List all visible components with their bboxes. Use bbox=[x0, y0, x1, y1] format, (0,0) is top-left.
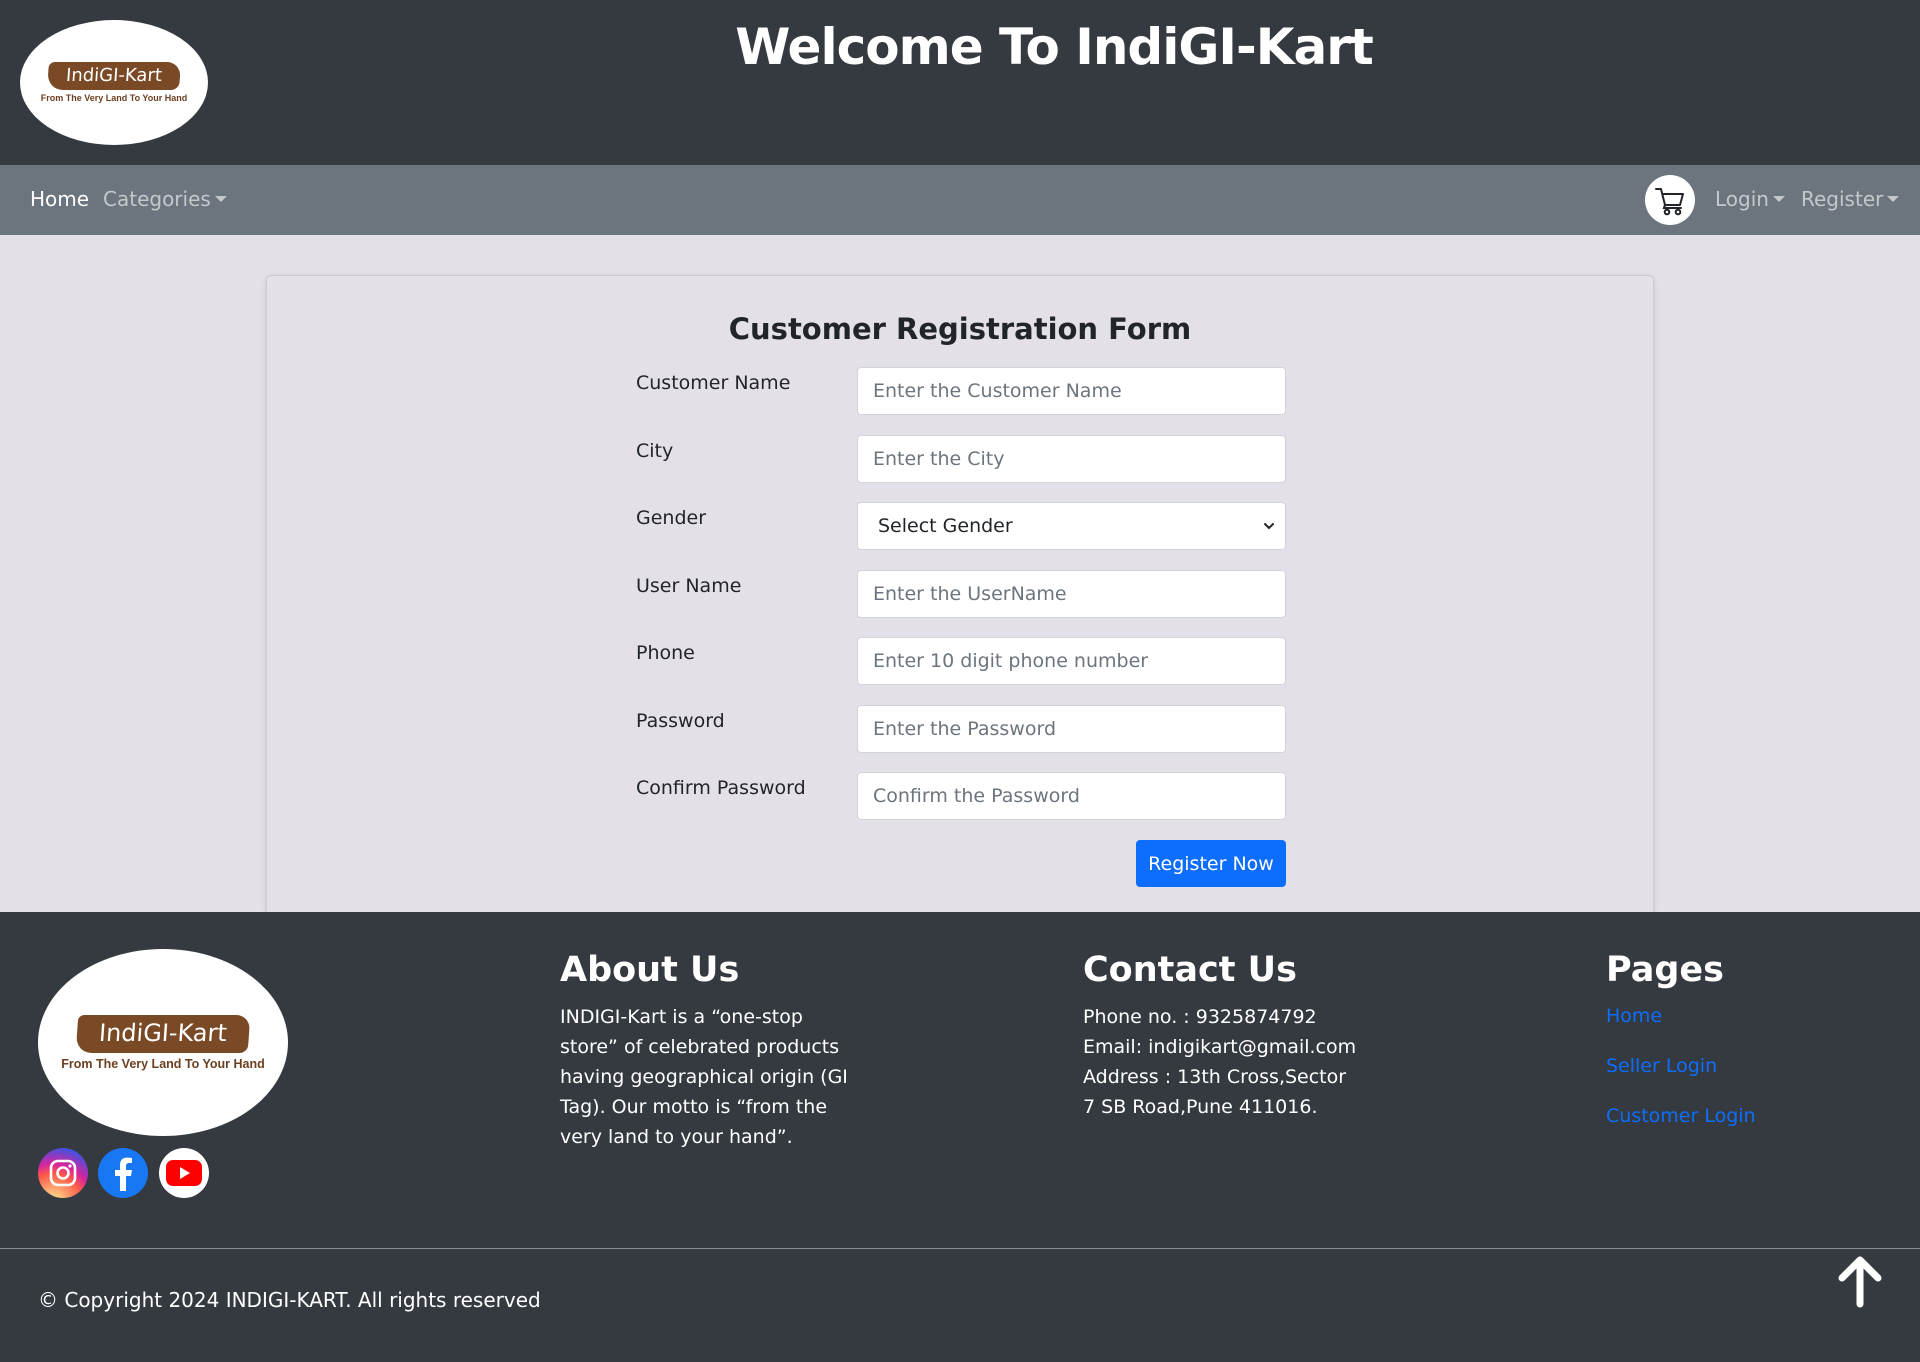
confirm-password-input[interactable] bbox=[857, 772, 1286, 820]
about-us-heading: About Us bbox=[560, 950, 740, 990]
pages-heading: Pages bbox=[1606, 950, 1724, 990]
about-us-line: Tag). Our motto is “from the bbox=[560, 1096, 828, 1118]
nav-register-label: Register bbox=[1801, 187, 1884, 211]
footer-link-seller-login[interactable]: Seller Login bbox=[1606, 1055, 1717, 1077]
back-to-top-button[interactable] bbox=[1836, 1256, 1884, 1308]
footer-link-home[interactable]: Home bbox=[1606, 1005, 1662, 1027]
nav-categories-dropdown[interactable]: Categories bbox=[103, 187, 227, 211]
about-us-line: very land to your hand”. bbox=[560, 1126, 793, 1148]
footer-logo[interactable]: IndiGI-Kart From The Very Land To Your H… bbox=[38, 949, 288, 1136]
gender-select[interactable]: Select Gender bbox=[857, 502, 1286, 550]
password-input[interactable] bbox=[857, 705, 1286, 753]
about-us-line: store” of celebrated products bbox=[560, 1036, 840, 1058]
gender-label: Gender bbox=[636, 507, 707, 529]
logo-brand-text: IndiGI-Kart bbox=[75, 1014, 251, 1053]
main-navbar: Home Categories Login Register bbox=[0, 165, 1920, 235]
about-us-line: having geographical origin (GI bbox=[560, 1066, 848, 1088]
instagram-link[interactable] bbox=[38, 1148, 88, 1198]
user-name-label: User Name bbox=[636, 575, 742, 597]
chevron-down-icon bbox=[214, 196, 227, 202]
contact-us-text: Phone no. : 9325874792 Email: indigikart… bbox=[1083, 1002, 1356, 1122]
nav-register-dropdown[interactable]: Register bbox=[1801, 187, 1900, 211]
logo-mark: IndiGI-Kart From The Very Land To Your H… bbox=[61, 1014, 265, 1071]
password-label: Password bbox=[636, 710, 725, 732]
city-label: City bbox=[636, 440, 674, 462]
form-title: Customer Registration Form bbox=[728, 312, 1192, 346]
confirm-password-label: Confirm Password bbox=[636, 777, 806, 799]
shopping-cart-icon bbox=[1655, 188, 1684, 216]
contact-us-heading: Contact Us bbox=[1083, 950, 1297, 990]
city-input[interactable] bbox=[857, 435, 1286, 483]
facebook-link[interactable] bbox=[98, 1148, 148, 1198]
about-us-line: INDIGI-Kart is a “one-stop bbox=[560, 1006, 803, 1028]
contact-email: Email: indigikart@gmail.com bbox=[1083, 1036, 1357, 1058]
phone-label: Phone bbox=[636, 642, 695, 664]
footer-link-customer-login[interactable]: Customer Login bbox=[1606, 1105, 1756, 1127]
site-header: IndiGI-Kart From The Very Land To Your H… bbox=[0, 0, 1920, 165]
nav-categories-label: Categories bbox=[103, 187, 211, 211]
facebook-icon bbox=[115, 1157, 132, 1191]
chevron-down-icon bbox=[1772, 196, 1785, 202]
logo-tagline: From The Very Land To Your Hand bbox=[61, 1056, 265, 1071]
registration-card: Customer Registration Form Customer Name… bbox=[266, 275, 1654, 915]
customer-name-input[interactable] bbox=[857, 367, 1286, 415]
copyright-text: © Copyright 2024 INDIGI-KART. All rights… bbox=[38, 1288, 541, 1312]
contact-address-line: Address : 13th Cross,Sector bbox=[1083, 1066, 1347, 1088]
nav-login-dropdown[interactable]: Login bbox=[1715, 187, 1785, 211]
contact-address-line: 7 SB Road,Pune 411016. bbox=[1083, 1096, 1318, 1118]
cart-button[interactable] bbox=[1645, 175, 1695, 225]
youtube-icon bbox=[166, 1160, 202, 1186]
youtube-link[interactable] bbox=[159, 1148, 209, 1198]
customer-name-label: Customer Name bbox=[636, 372, 791, 394]
nav-home-link[interactable]: Home bbox=[30, 187, 89, 211]
nav-login-label: Login bbox=[1715, 187, 1769, 211]
chevron-down-icon bbox=[1887, 196, 1900, 202]
logo-tagline: From The Very Land To Your Hand bbox=[40, 93, 188, 103]
arrow-up-icon bbox=[1838, 1256, 1882, 1308]
phone-input[interactable] bbox=[857, 637, 1286, 685]
user-name-input[interactable] bbox=[857, 570, 1286, 618]
footer-divider bbox=[0, 1248, 1920, 1249]
contact-phone: Phone no. : 9325874792 bbox=[1083, 1006, 1317, 1028]
page-title: Welcome To IndiGI-Kart bbox=[735, 18, 1374, 76]
register-now-button[interactable]: Register Now bbox=[1136, 840, 1286, 887]
about-us-text: INDIGI-Kart is a “one-stop store” of cel… bbox=[560, 1002, 848, 1152]
instagram-icon bbox=[49, 1159, 77, 1187]
